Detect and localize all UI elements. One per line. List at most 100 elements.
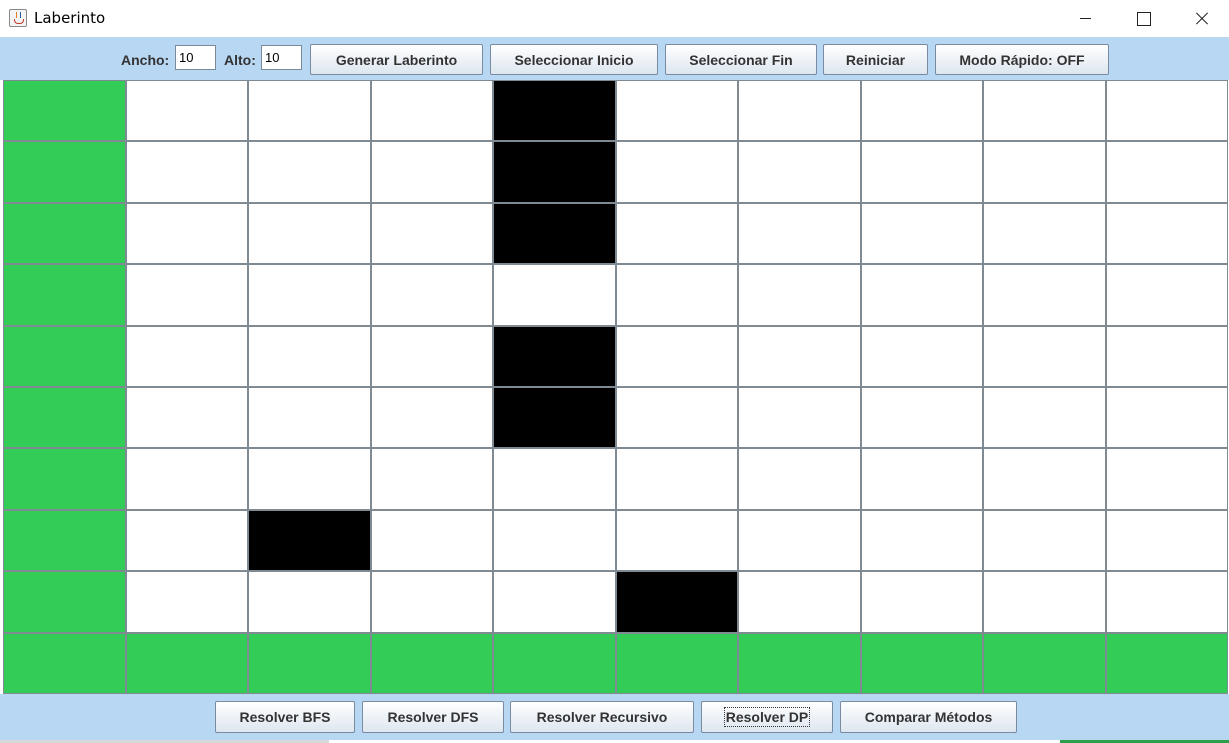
maze-cell-open[interactable] xyxy=(738,80,861,141)
maze-cell-open[interactable] xyxy=(983,448,1106,510)
maze-cell-open[interactable] xyxy=(126,264,248,326)
maze-cell-open[interactable] xyxy=(248,141,371,203)
maze-cell-open[interactable] xyxy=(616,326,738,387)
maze-cell-open[interactable] xyxy=(1106,203,1228,264)
maze-cell-open[interactable] xyxy=(1106,448,1228,510)
maze-cell-open[interactable] xyxy=(126,571,248,633)
maze-cell-path[interactable] xyxy=(3,571,126,633)
maze-cell-open[interactable] xyxy=(861,326,983,387)
maze-cell-open[interactable] xyxy=(616,387,738,448)
maze-cell-path[interactable] xyxy=(738,633,861,694)
maze-cell-open[interactable] xyxy=(738,571,861,633)
maze-cell-open[interactable] xyxy=(738,448,861,510)
maze-cell-open[interactable] xyxy=(248,203,371,264)
maze-cell-open[interactable] xyxy=(371,80,493,141)
maze-cell-open[interactable] xyxy=(493,448,616,510)
maze-cell-open[interactable] xyxy=(1106,80,1228,141)
maze-cell-open[interactable] xyxy=(738,141,861,203)
width-field[interactable] xyxy=(175,45,216,70)
maze-cell-open[interactable] xyxy=(371,387,493,448)
maze-cell-path[interactable] xyxy=(3,203,126,264)
maze-cell-path[interactable] xyxy=(1106,633,1228,694)
maze-cell-open[interactable] xyxy=(126,326,248,387)
maze-cell-open[interactable] xyxy=(983,326,1106,387)
maze-cell-open[interactable] xyxy=(371,326,493,387)
maze-cell-open[interactable] xyxy=(371,264,493,326)
maze-cell-path[interactable] xyxy=(983,633,1106,694)
maze-cell-wall[interactable] xyxy=(493,203,616,264)
maze-cell-wall[interactable] xyxy=(493,141,616,203)
reset-button[interactable]: Reiniciar xyxy=(823,44,928,75)
maze-cell-open[interactable] xyxy=(861,203,983,264)
maze-cell-path[interactable] xyxy=(371,633,493,694)
maze-cell-path[interactable] xyxy=(3,448,126,510)
maze-cell-open[interactable] xyxy=(738,203,861,264)
maze-cell-path[interactable] xyxy=(3,633,126,694)
maze-cell-open[interactable] xyxy=(248,448,371,510)
maze-cell-open[interactable] xyxy=(371,141,493,203)
height-field[interactable] xyxy=(261,45,302,70)
maze-cell-wall[interactable] xyxy=(493,387,616,448)
maze-cell-wall[interactable] xyxy=(493,326,616,387)
maze-cell-open[interactable] xyxy=(616,448,738,510)
maze-cell-open[interactable] xyxy=(861,80,983,141)
maze-cell-open[interactable] xyxy=(248,326,371,387)
maze-cell-open[interactable] xyxy=(616,510,738,571)
maze-cell-open[interactable] xyxy=(861,264,983,326)
maze-cell-open[interactable] xyxy=(861,387,983,448)
maze-cell-open[interactable] xyxy=(983,510,1106,571)
maze-cell-open[interactable] xyxy=(616,264,738,326)
maze-cell-wall[interactable] xyxy=(616,571,738,633)
maze-grid[interactable] xyxy=(3,80,1228,694)
solve-dp-button[interactable]: Resolver DP xyxy=(701,701,833,733)
maze-cell-wall[interactable] xyxy=(248,510,371,571)
maze-cell-open[interactable] xyxy=(983,387,1106,448)
maze-cell-open[interactable] xyxy=(126,387,248,448)
solve-bfs-button[interactable]: Resolver BFS xyxy=(215,701,355,733)
maze-cell-open[interactable] xyxy=(861,448,983,510)
maze-cell-path[interactable] xyxy=(126,633,248,694)
maze-cell-open[interactable] xyxy=(983,571,1106,633)
solve-dfs-button[interactable]: Resolver DFS xyxy=(362,701,504,733)
fast-mode-toggle[interactable]: Modo Rápido: OFF xyxy=(935,44,1109,75)
maze-cell-open[interactable] xyxy=(126,448,248,510)
maze-cell-open[interactable] xyxy=(983,80,1106,141)
maze-cell-open[interactable] xyxy=(371,510,493,571)
maze-cell-open[interactable] xyxy=(983,203,1106,264)
maze-cell-open[interactable] xyxy=(371,571,493,633)
maze-cell-open[interactable] xyxy=(493,510,616,571)
close-icon[interactable] xyxy=(1172,0,1229,37)
maze-cell-open[interactable] xyxy=(738,326,861,387)
maze-cell-open[interactable] xyxy=(126,141,248,203)
maze-cell-path[interactable] xyxy=(861,633,983,694)
maze-cell-open[interactable] xyxy=(861,571,983,633)
generate-maze-button[interactable]: Generar Laberinto xyxy=(310,44,483,75)
maze-cell-path[interactable] xyxy=(3,264,126,326)
maze-cell-open[interactable] xyxy=(371,203,493,264)
maze-cell-open[interactable] xyxy=(1106,326,1228,387)
solve-recursive-button[interactable]: Resolver Recursivo xyxy=(510,701,694,733)
select-start-button[interactable]: Seleccionar Inicio xyxy=(490,44,658,75)
maze-cell-path[interactable] xyxy=(3,326,126,387)
maze-cell-path[interactable] xyxy=(3,141,126,203)
maximize-icon[interactable] xyxy=(1114,0,1172,37)
maze-cell-path[interactable] xyxy=(3,80,126,141)
maze-cell-path[interactable] xyxy=(3,387,126,448)
maze-cell-open[interactable] xyxy=(861,510,983,571)
maze-cell-open[interactable] xyxy=(616,141,738,203)
maze-cell-path[interactable] xyxy=(248,633,371,694)
maze-cell-open[interactable] xyxy=(248,264,371,326)
maze-cell-open[interactable] xyxy=(126,203,248,264)
maze-cell-open[interactable] xyxy=(983,264,1106,326)
maze-cell-open[interactable] xyxy=(248,387,371,448)
maze-cell-open[interactable] xyxy=(616,203,738,264)
maze-cell-wall[interactable] xyxy=(493,80,616,141)
maze-cell-open[interactable] xyxy=(126,80,248,141)
maze-cell-open[interactable] xyxy=(248,571,371,633)
maze-cell-open[interactable] xyxy=(738,264,861,326)
minimize-icon[interactable] xyxy=(1056,0,1114,37)
maze-cell-open[interactable] xyxy=(1106,264,1228,326)
maze-cell-path[interactable] xyxy=(3,510,126,571)
maze-cell-open[interactable] xyxy=(738,510,861,571)
select-end-button[interactable]: Seleccionar Fin xyxy=(665,44,817,75)
